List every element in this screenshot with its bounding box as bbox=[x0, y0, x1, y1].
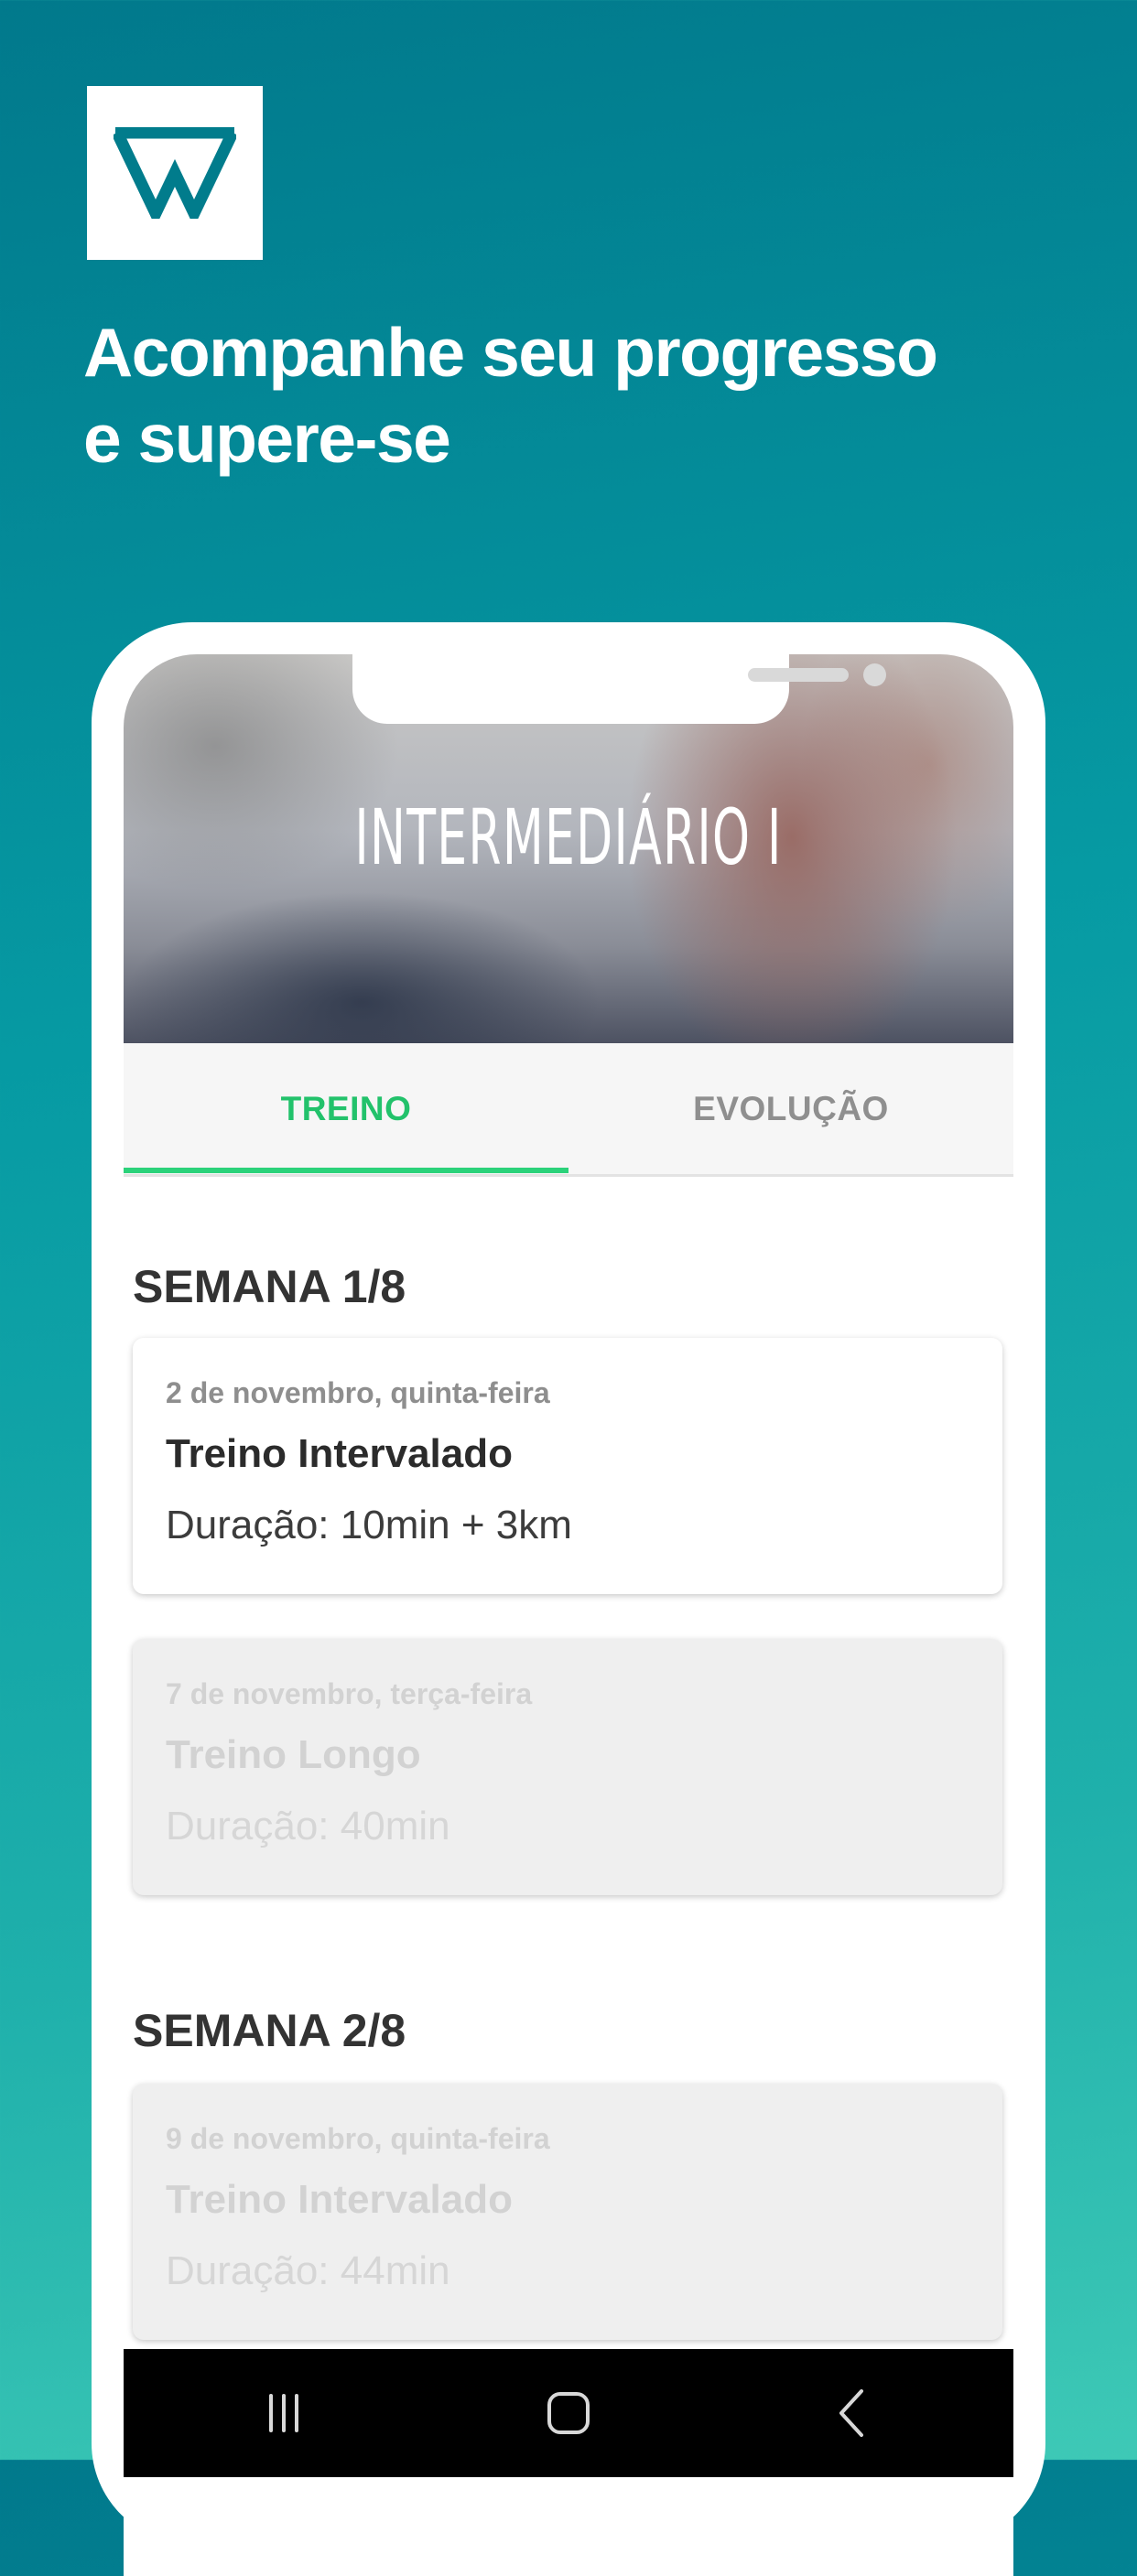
tab-treino[interactable]: TREINO bbox=[124, 1043, 568, 1174]
workout-duration: Duração: 10min + 3km bbox=[166, 1503, 572, 1547]
promo-headline: Acompanhe seu progresso e supere-se bbox=[83, 309, 1090, 481]
workout-duration: Duração: 40min bbox=[166, 1804, 450, 1848]
workout-duration: Duração: 44min bbox=[166, 2248, 450, 2293]
recents-icon bbox=[269, 2394, 298, 2432]
workout-name: Treino Intervalado bbox=[166, 2177, 513, 2222]
speaker-grille bbox=[748, 668, 849, 682]
workout-name: Treino Longo bbox=[166, 1732, 421, 1777]
phone-notch bbox=[352, 654, 886, 724]
system-nav-bar bbox=[124, 2349, 1013, 2477]
home-button[interactable] bbox=[514, 2349, 623, 2477]
active-tab-indicator bbox=[124, 1168, 568, 1173]
workout-date: 9 de novembro, quinta-feira bbox=[166, 2122, 550, 2155]
w-logo-icon bbox=[114, 127, 236, 219]
app-logo bbox=[87, 86, 263, 260]
headline-line-2: e supere-se bbox=[83, 400, 451, 477]
workout-card: 9 de novembro, quinta-feira Treino Inter… bbox=[133, 2084, 1002, 2340]
week-1-title: SEMANA 1/8 bbox=[133, 1261, 406, 1312]
home-icon bbox=[547, 2392, 590, 2434]
week-2-title: SEMANA 2/8 bbox=[133, 2005, 406, 2056]
back-icon bbox=[839, 2389, 863, 2437]
front-camera bbox=[863, 663, 886, 686]
workout-card: 7 de novembro, terça-feira Treino Longo … bbox=[133, 1639, 1002, 1895]
tab-evolucao[interactable]: EVOLUÇÃO bbox=[568, 1043, 1013, 1174]
phone-screen: INTERMEDIÁRIO I TREINO EVOLUÇÃO SEMANA 1… bbox=[124, 654, 1013, 2576]
back-button[interactable] bbox=[798, 2349, 908, 2477]
headline-line-1: Acompanhe seu progresso bbox=[83, 314, 938, 391]
workout-card[interactable]: 2 de novembro, quinta-feira Treino Inter… bbox=[133, 1338, 1002, 1594]
workout-date: 2 de novembro, quinta-feira bbox=[166, 1376, 550, 1409]
workout-name: Treino Intervalado bbox=[166, 1431, 513, 1476]
phone-frame: INTERMEDIÁRIO I TREINO EVOLUÇÃO SEMANA 1… bbox=[92, 622, 1045, 2576]
plan-title: INTERMEDIÁRIO I bbox=[354, 792, 783, 882]
workout-date: 7 de novembro, terça-feira bbox=[166, 1677, 533, 1710]
tab-bar: TREINO EVOLUÇÃO bbox=[124, 1043, 1013, 1177]
recents-button[interactable] bbox=[229, 2349, 339, 2477]
